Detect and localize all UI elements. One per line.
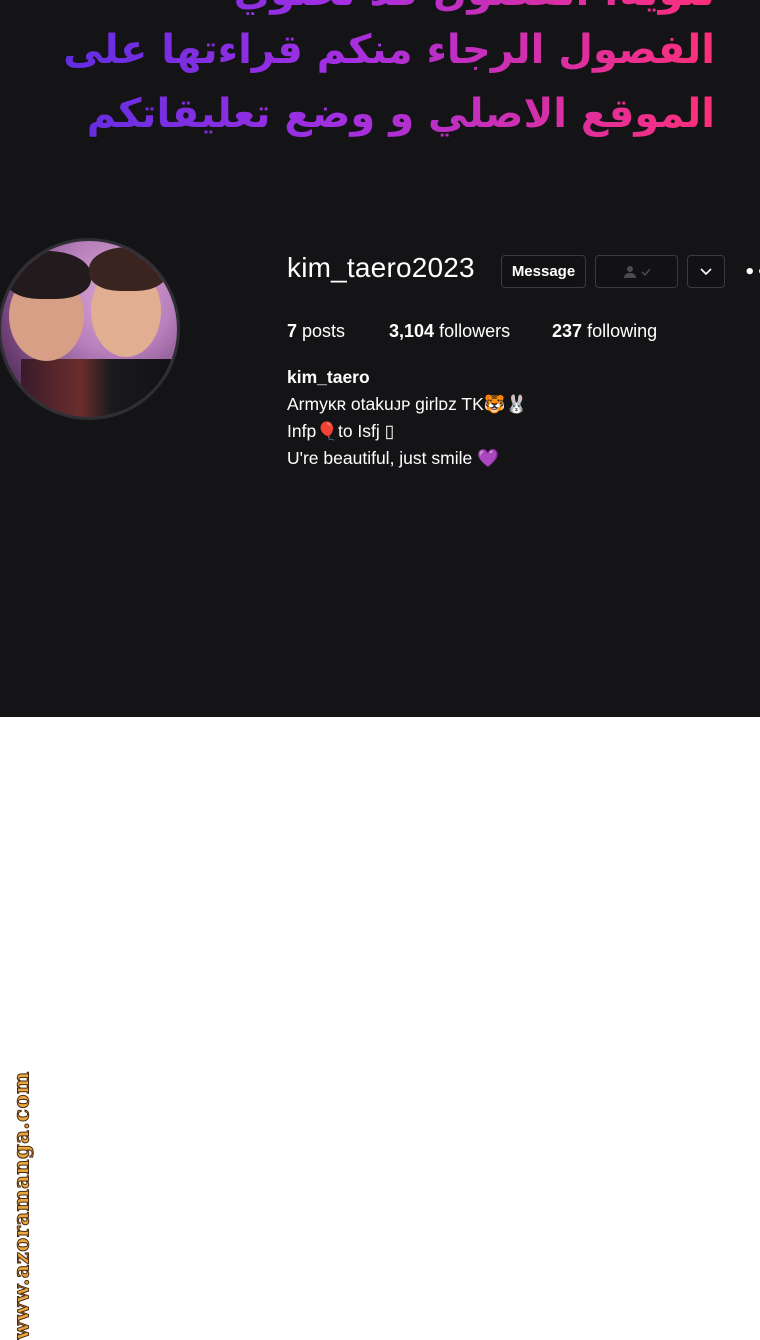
followers-number: 3,104 [389,321,435,341]
following-label: following [587,321,658,341]
profile-username: kim_taero2023 [287,252,475,283]
suggestions-dropdown-button[interactable] [687,255,725,288]
avatar-shirt [21,359,171,417]
chevron-down-icon [700,268,712,276]
follow-status-button[interactable] [595,255,678,288]
bio-line-3: U're beautiful, just smile 💜 [287,448,499,468]
message-button[interactable]: Message [501,255,586,288]
person-icon [623,265,636,278]
banner-line-bottom: الموقع الاصلي و وضع تعليقاتكم [35,86,715,142]
bio-display-name: kim_taero [287,367,370,387]
posts-number: 7 [287,321,298,341]
watermark-text: www.azoramanga.com [8,1071,34,1340]
following-number: 237 [552,321,583,341]
bio-line-2: Infp🎈to Isfj ▯ [287,421,395,441]
posts-label: posts [302,321,346,341]
posts-count[interactable]: 7 posts [287,321,345,342]
following-count[interactable]: 237 following [552,321,657,342]
followers-label: followers [439,321,511,341]
banner-line-middle: الفصول الرجاء منكم قراءتها على [35,22,715,78]
followers-count[interactable]: 3,104 followers [389,321,510,342]
notice-banner: تنويه: الفصول قد تحتوي الفصول الرجاء منك… [0,0,760,160]
check-icon [640,268,651,276]
banner-line-top: تنويه: الفصول قد تحتوي [35,0,715,20]
more-options-icon[interactable]: •• [744,262,760,283]
avatar-hair-right [89,247,167,291]
avatar-hair-left [5,251,91,299]
profile-panel: تنويه: الفصول قد تحتوي الفصول الرجاء منك… [0,0,760,717]
site-watermark: www.azoramanga.com [3,1071,39,1340]
bio-line-1: Armyᴋʀ otakuᴊᴘ girlᴅᴢ TK🐯🐰 [287,394,528,414]
profile-avatar[interactable] [0,238,180,420]
